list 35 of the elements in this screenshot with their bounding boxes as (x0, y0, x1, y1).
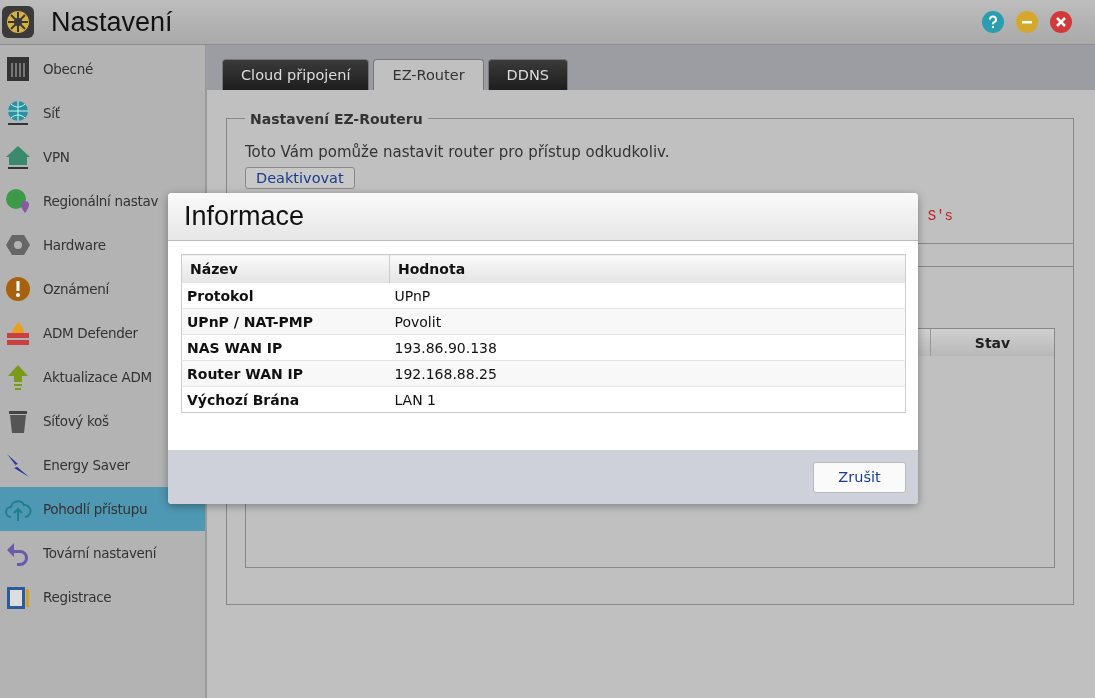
tab[interactable]: EZ-Router (373, 59, 484, 90)
globe-pin-icon (4, 187, 32, 215)
tab[interactable]: Cloud připojení (222, 59, 370, 90)
table-cell: Router WAN IP (181, 360, 390, 387)
close-icon[interactable] (1050, 11, 1072, 33)
cancel-button[interactable]: Zrušit (813, 461, 906, 493)
firewall-icon (4, 319, 32, 347)
help-icon[interactable] (982, 11, 1004, 33)
warning-text: S's (927, 208, 953, 224)
gear-wheel-icon (2, 6, 34, 38)
minimize-icon[interactable] (1016, 11, 1038, 33)
deactivate-button[interactable]: Deaktivovat (245, 167, 355, 189)
alert-icon (4, 275, 32, 303)
dialog-title: Informace (168, 193, 918, 241)
table-cell: UPnP / NAT-PMP (181, 308, 390, 335)
server-icon (4, 55, 32, 83)
tab[interactable]: DDNS (487, 59, 568, 90)
column-header: Stav (930, 329, 1054, 356)
sidebar-item[interactable]: Síť (0, 91, 205, 135)
sidebar-item[interactable]: VPN (0, 135, 205, 179)
table-cell: 192.168.88.25 (389, 360, 906, 387)
sidebar-item[interactable]: Registrace (0, 575, 205, 619)
column-header: Hodnota (389, 254, 906, 283)
section-title: Nastavení EZ-Routeru (245, 111, 428, 127)
table-cell: Výchozí Brána (181, 386, 390, 413)
column-header: Název (181, 254, 390, 283)
description-text: Toto Vám pomůže nastavit router pro přístup odkudkoliv. (245, 143, 671, 161)
window-title: Nastavení (51, 6, 173, 38)
sidebar-item[interactable]: Energy Saver (0, 443, 205, 487)
sidebar-item[interactable]: Tovární nastavení (0, 531, 205, 575)
table-cell: Povolit (389, 308, 906, 335)
sidebar-item[interactable]: Pohodlí přístupu (0, 487, 205, 531)
house-icon (4, 143, 32, 171)
sidebar-item[interactable]: Obecné (0, 47, 205, 91)
table-cell: LAN 1 (389, 386, 906, 413)
